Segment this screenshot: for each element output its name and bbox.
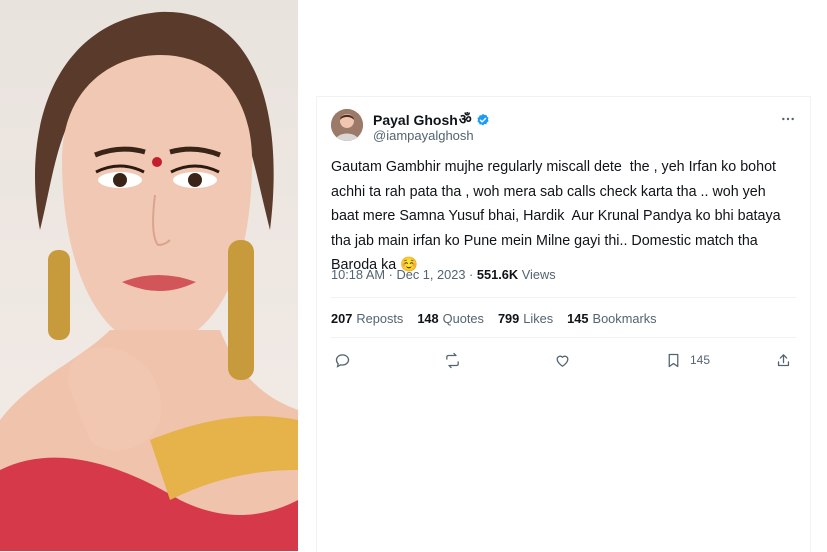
avatar-image: [331, 109, 363, 141]
tweet-author-name[interactable]: Payal Ghosh ॐ: [373, 110, 490, 129]
avatar[interactable]: [331, 109, 363, 141]
quotes-label: Quotes: [442, 311, 484, 326]
quotes-count: 148: [417, 311, 439, 326]
tweet-card: Payal Ghosh ॐ @iampayalghosh Gautam Gambh…: [316, 96, 811, 552]
reply-icon: [335, 353, 350, 368]
tweet-author-handle[interactable]: @iampayalghosh: [373, 128, 474, 143]
tweet-stats: 207 Reposts 148 Quotes 799 Likes 145 Bookmar…: [331, 311, 657, 326]
share-button[interactable]: [775, 350, 792, 370]
quotes-stat[interactable]: 148 Quotes: [417, 311, 484, 326]
share-icon: [777, 353, 790, 366]
like-icon: [556, 355, 569, 367]
tweet-date[interactable]: Dec 1, 2023: [396, 267, 465, 282]
reposts-stat[interactable]: 207 Reposts: [331, 311, 403, 326]
views-count: 551.6K: [476, 267, 519, 282]
likes-stat[interactable]: 799 Likes: [498, 311, 553, 326]
portrait-illustration: [0, 11, 298, 551]
reposts-count: 207: [331, 311, 353, 326]
divider-bottom: [331, 337, 796, 338]
bookmarks-count: 145: [567, 311, 589, 326]
like-button[interactable]: [554, 350, 571, 370]
reply-button[interactable]: [334, 350, 351, 370]
display-name-suffix: ॐ: [458, 111, 472, 127]
divider-top: [331, 297, 796, 298]
verified-badge-icon: [476, 113, 490, 127]
bookmark-action-count: 145: [690, 353, 711, 367]
meta-separator: ·: [388, 267, 393, 282]
display-name-text: Payal Ghosh: [373, 111, 458, 128]
meta-separator-2: ·: [469, 267, 474, 282]
tweet-text: Gautam Gambhir mujhe regularly miscall d…: [331, 159, 781, 273]
repost-icon: [446, 352, 459, 368]
tweet-time[interactable]: 10:18 AM: [331, 267, 385, 282]
more-icon[interactable]: [780, 111, 796, 127]
tweet-meta: 10:18 AM · Dec 1, 2023 · 551.6K Views: [331, 267, 556, 282]
bookmarks-label: Bookmarks: [592, 311, 657, 326]
tweet-actions: 145: [331, 350, 795, 370]
bookmark-button[interactable]: 145: [665, 350, 710, 370]
reposts-label: Reposts: [356, 311, 404, 326]
views-label: Views: [521, 267, 556, 282]
bookmark-icon: [668, 353, 679, 367]
bookmarks-stat[interactable]: 145 Bookmarks: [567, 311, 656, 326]
repost-button[interactable]: [444, 350, 461, 370]
portrait-photo: [0, 0, 298, 551]
likes-count: 799: [497, 311, 520, 326]
likes-label: Likes: [523, 311, 554, 326]
